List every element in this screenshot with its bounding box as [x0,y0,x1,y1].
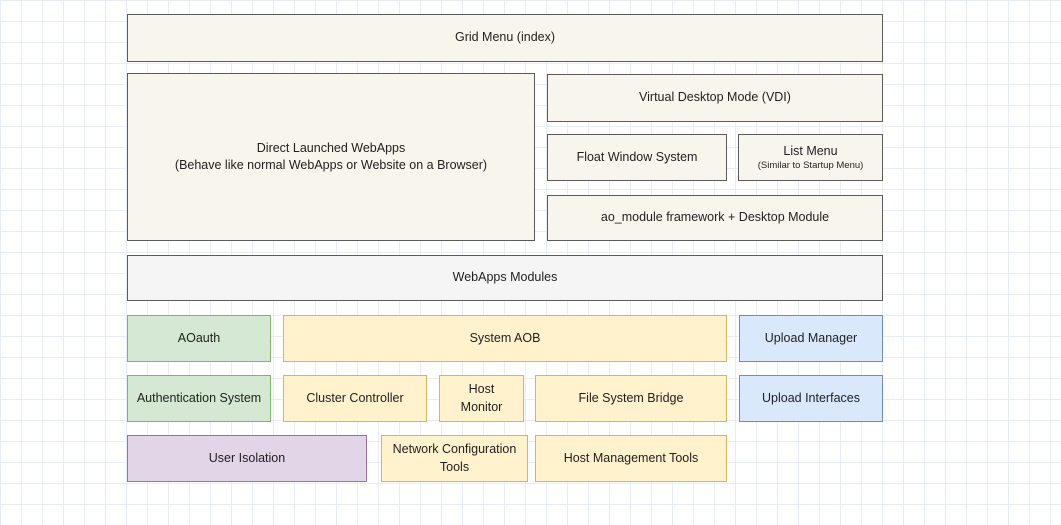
node-upload-interfaces: Upload Interfaces [739,375,883,422]
node-label: Upload Manager [765,330,857,348]
node-label: AOauth [178,330,220,348]
node-label: Authentication System [137,390,261,408]
node-user-isolation: User Isolation [127,435,367,482]
node-label: System AOB [470,330,541,348]
node-grid-menu: Grid Menu (index) [127,14,883,62]
node-label: Float Window System [577,149,698,167]
diagram-canvas: Grid Menu (index) Direct Launched WebApp… [0,0,1061,525]
node-webapps-modules: WebApps Modules [127,255,883,301]
node-network-configuration-tools: Network Configuration Tools [381,435,528,482]
node-direct-launched-webapps: Direct Launched WebApps (Behave like nor… [127,73,535,241]
node-label: Network Configuration Tools [390,441,519,476]
node-system-aob: System AOB [283,315,727,362]
node-upload-manager: Upload Manager [739,315,883,362]
node-sublabel: (Behave like normal WebApps or Website o… [175,157,487,175]
node-host-monitor: Host Monitor [439,375,524,422]
node-aoauth: AOauth [127,315,271,362]
node-label: Grid Menu (index) [455,29,555,47]
node-label: Virtual Desktop Mode (VDI) [639,89,791,107]
node-cluster-controller: Cluster Controller [283,375,427,422]
node-label: User Isolation [209,450,285,468]
node-sublabel: (Similar to Startup Menu) [758,160,864,172]
node-label: File System Bridge [579,390,684,408]
node-label: Host Monitor [448,381,515,416]
node-virtual-desktop-mode: Virtual Desktop Mode (VDI) [547,74,883,122]
node-label: Direct Launched WebApps [257,140,405,158]
node-label: List Menu [783,143,837,161]
node-file-system-bridge: File System Bridge [535,375,727,422]
node-label: Host Management Tools [564,450,699,468]
node-label: Cluster Controller [306,390,403,408]
node-float-window-system: Float Window System [547,134,727,181]
node-label: WebApps Modules [453,269,558,287]
node-label: Upload Interfaces [762,390,860,408]
node-ao-module-framework: ao_module framework + Desktop Module [547,195,883,241]
node-label: ao_module framework + Desktop Module [601,209,829,227]
node-list-menu: List Menu (Similar to Startup Menu) [738,134,883,181]
node-host-management-tools: Host Management Tools [535,435,727,482]
node-authentication-system: Authentication System [127,375,271,422]
